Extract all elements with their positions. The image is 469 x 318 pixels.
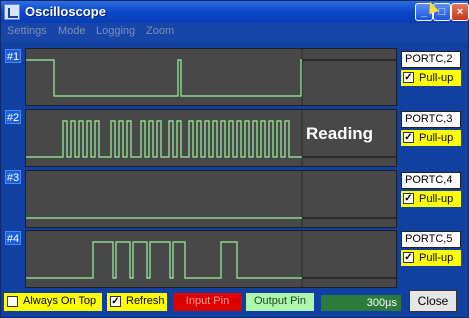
channel-2-scope: Reading (25, 109, 397, 167)
signal-waveform (26, 120, 302, 158)
title-bar[interactable]: Oscilloscope _ □ × (1, 0, 469, 23)
channel-1-pullup[interactable]: ✓ Pull-up (401, 70, 461, 86)
channel-3-scope (25, 170, 397, 228)
always-on-top-toggle[interactable]: Always On Top (4, 293, 102, 311)
signal-waveform (26, 59, 302, 97)
refresh-checkbox[interactable]: ✓ (110, 296, 121, 307)
channel-1-pullup-checkbox[interactable]: ✓ (403, 72, 414, 83)
channel-4-scope (25, 230, 397, 288)
menu-zoom[interactable]: Zoom (146, 25, 174, 37)
close-icon[interactable]: × (451, 3, 469, 21)
channel-4-trace (26, 231, 396, 287)
channel-1-trace (26, 49, 396, 105)
menu-settings[interactable]: Settings (7, 25, 47, 37)
channel-1-port-field[interactable]: PORTC,2 (401, 51, 461, 68)
always-on-top-label: Always On Top (23, 295, 97, 307)
menu-bar: Settings Mode Logging Zoom (1, 23, 468, 42)
channel-4-port-field[interactable]: PORTC,5 (401, 231, 461, 248)
close-button[interactable]: Close (409, 290, 457, 312)
signal-waveform (26, 241, 302, 279)
channel-2-pullup-checkbox[interactable]: ✓ (403, 132, 414, 143)
channel-1-scope (25, 48, 397, 106)
channel-3-pullup[interactable]: ✓ Pull-up (401, 191, 461, 207)
refresh-label: Refresh (126, 295, 165, 307)
channel-4-label: #4 (5, 231, 21, 245)
channel-2-pullup-label: Pull-up (419, 132, 454, 144)
oscilloscope-app-icon (4, 4, 20, 20)
channel-2-label: #2 (5, 110, 21, 124)
channel-3-pullup-checkbox[interactable]: ✓ (403, 193, 414, 204)
oscilloscope-window: Oscilloscope _ □ × Settings Mode Logging… (0, 0, 469, 318)
reading-status-text: Reading (306, 124, 374, 143)
channel-3-label: #3 (5, 170, 21, 184)
channel-3-pullup-label: Pull-up (419, 193, 454, 205)
channel-3-port-field[interactable]: PORTC,4 (401, 172, 461, 189)
channel-4-pullup-checkbox[interactable]: ✓ (403, 252, 414, 263)
channel-2-pullup[interactable]: ✓ Pull-up (401, 130, 461, 146)
input-pin-legend: Input Pin (173, 293, 242, 311)
channel-3-trace (26, 171, 396, 227)
timebase-readout: 300µs (321, 295, 401, 311)
channel-2-port-field[interactable]: PORTC,3 (401, 111, 461, 128)
refresh-toggle[interactable]: ✓ Refresh (107, 293, 167, 311)
window-title: Oscilloscope (25, 4, 106, 19)
menu-mode[interactable]: Mode (58, 25, 86, 37)
channel-1-label: #1 (5, 49, 21, 63)
channel-1-pullup-label: Pull-up (419, 72, 454, 84)
output-pin-legend: Output Pin (246, 293, 314, 311)
always-on-top-checkbox[interactable] (7, 296, 18, 307)
channel-4-pullup-label: Pull-up (419, 252, 454, 264)
channel-4-pullup[interactable]: ✓ Pull-up (401, 250, 461, 266)
menu-logging[interactable]: Logging (96, 25, 135, 37)
